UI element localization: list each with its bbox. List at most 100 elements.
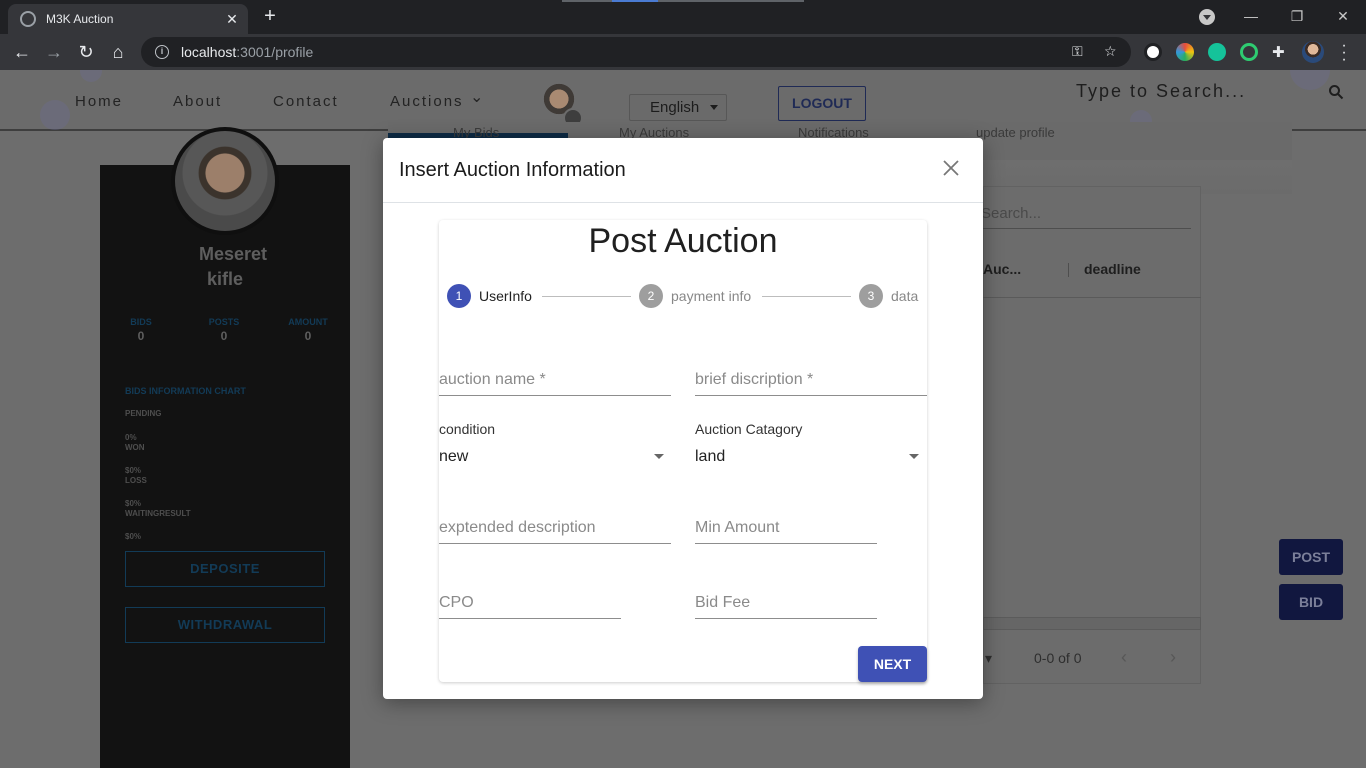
browser-toolbar: ← → ↻ ⌂ i localhost:3001/profile ⚿ ☆ ✚ ·…: [0, 34, 1366, 70]
brief-description-underline: [695, 395, 927, 396]
step-1-circle[interactable]: 1: [447, 284, 471, 308]
nav-home-link[interactable]: Home: [75, 93, 123, 110]
rows-per-page-caret-icon[interactable]: ▾: [985, 650, 992, 667]
chart-won-label: WON: [125, 443, 145, 452]
chart-waiting-value: $0%: [125, 532, 142, 541]
step-2-circle[interactable]: 2: [639, 284, 663, 308]
browser-tab[interactable]: M3K Auction ✕: [8, 4, 248, 34]
table-horizontal-scrollbar[interactable]: [983, 617, 1201, 630]
language-select[interactable]: English: [629, 94, 727, 121]
search-icon[interactable]: [1328, 84, 1344, 100]
profile-first-name: Meseret: [198, 244, 268, 264]
extensions-puzzle-icon[interactable]: ✚: [1272, 43, 1285, 61]
insert-auction-modal: Insert Auction Information Post Auction: [383, 138, 983, 699]
prev-page-icon[interactable]: ‹: [1121, 647, 1127, 668]
chart-loss-value: $0%: [125, 499, 142, 508]
new-tab-button[interactable]: +: [258, 5, 282, 29]
bookmark-star-icon[interactable]: ☆: [1104, 43, 1117, 60]
window-close-button[interactable]: ✕: [1320, 0, 1366, 34]
modal-title: Insert Auction Information: [399, 159, 626, 181]
condition-select[interactable]: new: [439, 448, 468, 466]
browser-tab-strip: M3K Auction ✕ + — ❐ ✕: [0, 0, 1366, 34]
cpo-underline: [439, 618, 621, 619]
min-amount-underline: [695, 543, 877, 544]
post-button[interactable]: POST: [1279, 539, 1343, 575]
logout-button[interactable]: LOGOUT: [778, 86, 866, 121]
next-page-icon[interactable]: ›: [1170, 647, 1176, 668]
bid-fee-underline: [695, 618, 877, 619]
tab-drag-indicator: [562, 0, 804, 2]
tab-title: M3K Auction: [46, 12, 114, 26]
url-host: localhost: [181, 44, 237, 60]
nav-auctions-menu[interactable]: Auctions: [390, 93, 464, 110]
next-button[interactable]: NEXT: [858, 646, 927, 682]
profile-last-name: kifle: [206, 269, 244, 289]
nav-search-input[interactable]: Type to Search...: [1076, 81, 1246, 102]
category-caret-icon[interactable]: [909, 454, 919, 459]
brief-description-field[interactable]: brief discription *: [695, 371, 813, 389]
post-auction-title: Post Auction: [588, 222, 778, 260]
withdrawal-button[interactable]: WITHDRAWAL: [125, 607, 325, 643]
bid-button[interactable]: BID: [1279, 584, 1343, 620]
reload-icon[interactable]: ↻: [74, 40, 98, 64]
table-search-underline: [981, 228, 1191, 229]
site-info-icon[interactable]: i: [155, 45, 169, 59]
step-1-label[interactable]: UserInfo: [479, 288, 532, 304]
chevron-down-icon[interactable]: ⌄: [470, 87, 483, 107]
step-3-circle[interactable]: 3: [859, 284, 883, 308]
min-amount-field[interactable]: Min Amount: [695, 519, 779, 537]
key-icon[interactable]: ⚿: [1072, 43, 1083, 60]
auction-name-underline: [439, 395, 671, 396]
step-2-label[interactable]: payment info: [671, 288, 751, 304]
grammarly-icon[interactable]: [1208, 43, 1226, 61]
forward-arrow-icon[interactable]: →: [42, 40, 66, 64]
nav-contact-link[interactable]: Contact: [273, 93, 339, 110]
category-select[interactable]: land: [695, 448, 725, 466]
table-col-deadline[interactable]: deadline: [1084, 261, 1141, 277]
chart-waiting-label: WAITINGRESULT: [125, 509, 191, 518]
chart-won-value: $0%: [125, 466, 142, 475]
chart-pending-value: 0%: [125, 433, 137, 442]
table-search-input[interactable]: Search...: [981, 205, 1041, 222]
extended-description-underline: [439, 543, 671, 544]
nav-about-link[interactable]: About: [173, 93, 222, 110]
address-bar[interactable]: i localhost:3001/profile: [141, 37, 1131, 67]
minimize-button[interactable]: —: [1228, 0, 1274, 34]
tab-update-profile[interactable]: update profile: [976, 125, 1055, 140]
close-icon[interactable]: [941, 158, 961, 178]
step-3-label[interactable]: data: [891, 288, 918, 304]
auction-name-field[interactable]: auction name *: [439, 371, 546, 389]
profile-avatar[interactable]: [1302, 41, 1324, 63]
table-header-divider: [983, 297, 1201, 298]
column-separator: [1068, 263, 1069, 277]
tab-close-icon[interactable]: ✕: [222, 11, 242, 28]
stat-amount-value: 0: [304, 329, 312, 343]
caret-down-icon: [710, 105, 718, 110]
step-connector-1: [542, 296, 631, 297]
home-icon[interactable]: ⌂: [106, 40, 130, 64]
deposite-button[interactable]: DEPOSITE: [125, 551, 325, 587]
category-label: Auction Catagory: [695, 421, 803, 437]
stat-bids-label: BIDS: [130, 317, 152, 327]
extended-description-field[interactable]: exptended description: [439, 519, 596, 537]
extension-circle-icon[interactable]: [1240, 43, 1258, 61]
stat-posts-label: POSTS: [208, 317, 240, 327]
stat-posts-value: 0: [220, 329, 228, 343]
step-connector-2: [762, 296, 851, 297]
language-value: English: [650, 99, 700, 116]
back-arrow-icon[interactable]: ←: [10, 40, 34, 64]
url-path: :3001/profile: [236, 44, 314, 60]
chrome-profile-dropdown-icon[interactable]: [1199, 9, 1215, 25]
condition-caret-icon[interactable]: [654, 454, 664, 459]
condition-label: condition: [439, 421, 496, 437]
bid-fee-field[interactable]: Bid Fee: [695, 594, 750, 612]
extension-color-icon[interactable]: [1176, 43, 1194, 61]
extension-w-icon[interactable]: [1144, 43, 1162, 61]
table-col-auction[interactable]: Auc...: [983, 261, 1021, 277]
restore-button[interactable]: ❐: [1274, 0, 1320, 34]
kebab-menu-icon[interactable]: · · ·: [1334, 38, 1354, 68]
globe-icon: [20, 11, 36, 27]
stat-amount-label: AMOUNT: [288, 317, 328, 327]
modal-header-divider: [383, 202, 983, 203]
cpo-field[interactable]: CPO: [439, 594, 474, 612]
